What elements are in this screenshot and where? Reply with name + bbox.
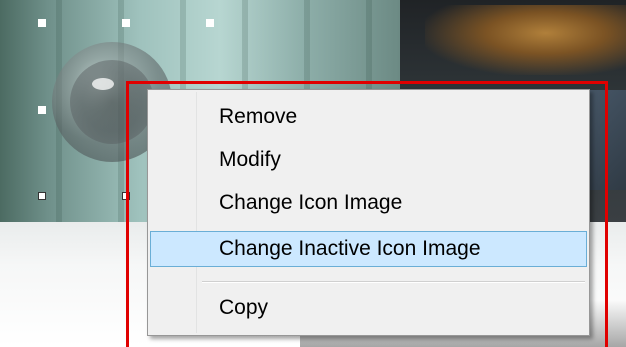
photo-warm-light (425, 5, 626, 75)
resize-handle-top-middle[interactable] (122, 19, 130, 27)
canvas-stage: Remove Modify Change Icon Image Change I… (0, 0, 626, 347)
menu-separator (202, 281, 585, 283)
camera-lens-shine (92, 78, 114, 90)
resize-handle-bottom-middle[interactable] (122, 192, 130, 200)
camera-lens-inner (70, 60, 154, 144)
resize-handle-middle-left[interactable] (38, 106, 46, 114)
menu-item-change-inactive-icon-image[interactable]: Change Inactive Icon Image (150, 231, 587, 267)
resize-handle-top-right[interactable] (206, 19, 214, 27)
resize-handle-bottom-left[interactable] (38, 192, 46, 200)
menu-item-copy[interactable]: Copy (150, 290, 587, 326)
menu-item-remove[interactable]: Remove (150, 99, 587, 135)
menu-item-change-icon-image[interactable]: Change Icon Image (150, 185, 587, 221)
menu-item-modify[interactable]: Modify (150, 142, 587, 178)
context-menu: Remove Modify Change Icon Image Change I… (147, 89, 590, 336)
resize-handle-top-left[interactable] (38, 19, 46, 27)
